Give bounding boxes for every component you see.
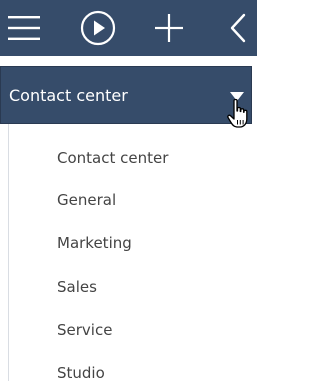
menu-item-marketing[interactable]: Marketing xyxy=(57,232,132,254)
menu-item-general[interactable]: General xyxy=(57,189,116,211)
selected-section-label: Contact center xyxy=(9,86,128,105)
caret-down-icon[interactable] xyxy=(229,89,245,105)
menu-item-service[interactable]: Service xyxy=(57,319,112,341)
play-circle-icon[interactable] xyxy=(78,0,118,56)
menu-item-sales[interactable]: Sales xyxy=(57,276,97,298)
menu-item-contact-center[interactable]: Contact center xyxy=(57,147,168,169)
app-root: Contact center Contact center General Ma… xyxy=(0,0,257,382)
hamburger-menu-icon[interactable] xyxy=(6,0,42,56)
section-selector-dropdown[interactable]: Contact center xyxy=(0,66,252,124)
plus-icon[interactable] xyxy=(152,0,186,56)
chevron-left-icon[interactable] xyxy=(224,0,252,56)
top-toolbar xyxy=(0,0,257,56)
